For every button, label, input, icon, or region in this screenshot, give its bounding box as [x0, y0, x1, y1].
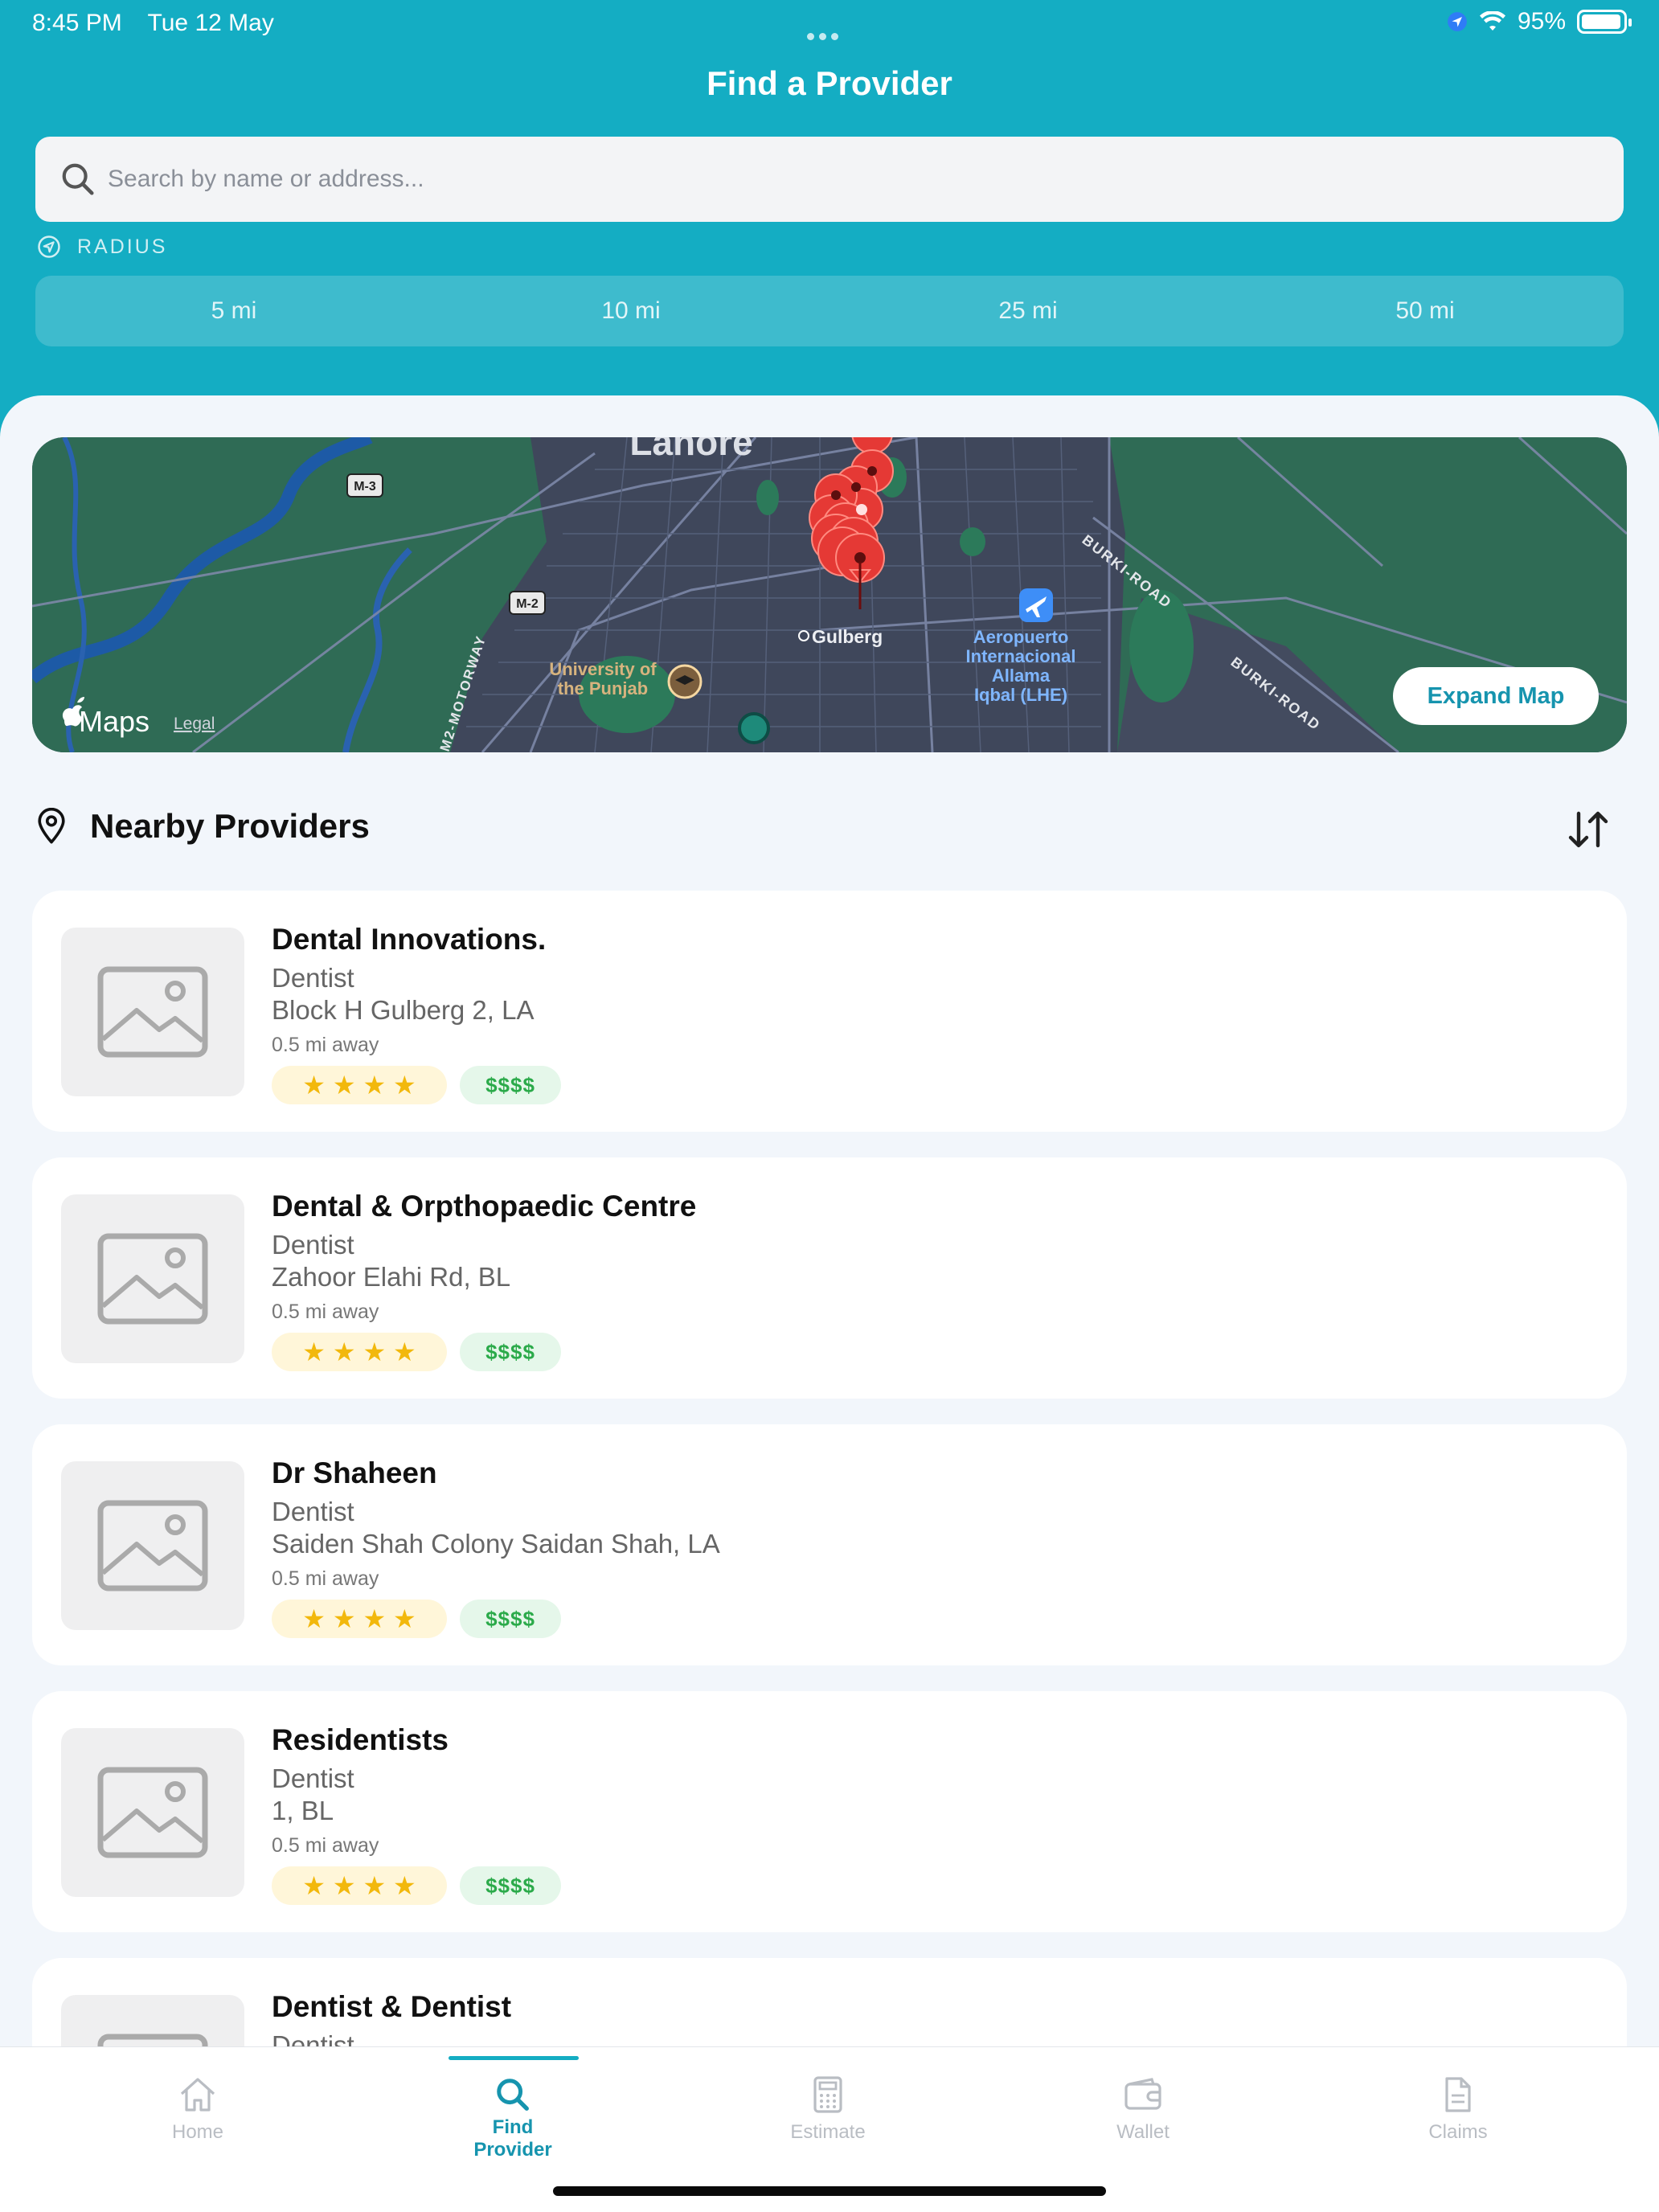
- section-title: Nearby Providers: [90, 807, 370, 845]
- provider-distance: 0.5 mi away: [272, 1301, 379, 1323]
- provider-name: Dental Innovations.: [272, 923, 547, 956]
- map-city-label: Lahore: [629, 437, 752, 463]
- sort-arrows-icon: [1568, 811, 1608, 848]
- provider-card[interactable]: Dr Shaheen Dentist Saiden Shah Colony Sa…: [32, 1424, 1627, 1665]
- provider-image-placeholder: [61, 1461, 244, 1630]
- radius-label: RADIUS: [37, 235, 167, 259]
- provider-image-placeholder: [61, 1194, 244, 1363]
- battery-percent: 95%: [1517, 8, 1566, 35]
- rating-stars: ★ ★ ★ ★: [272, 1866, 447, 1905]
- provider-address: Zahoor Elahi Rd, BL: [272, 1262, 511, 1292]
- price-badge: $$$$: [460, 1600, 561, 1638]
- highway-shield-m2: M-2: [509, 591, 546, 615]
- svg-text:M-2: M-2: [516, 597, 539, 611]
- location-arrow-icon: [1448, 12, 1467, 31]
- radius-option-5[interactable]: 5 mi: [35, 276, 432, 346]
- image-placeholder-icon: [97, 966, 208, 1058]
- provider-card[interactable]: Dental Innovations. Dentist Block H Gulb…: [32, 891, 1627, 1132]
- status-time: 8:45 PM: [32, 10, 122, 36]
- provider-address: 1, BL: [272, 1796, 334, 1825]
- status-date: Tue 12 May: [147, 10, 274, 36]
- highway-shield-m3: M-3: [346, 473, 383, 498]
- map-view[interactable]: M-3 M-2 Lahore Gulberg University of the…: [32, 437, 1627, 752]
- tab-home[interactable]: Home: [40, 2047, 355, 2184]
- tab-wallet[interactable]: Wallet: [985, 2047, 1301, 2184]
- provider-name: Dr Shaheen: [272, 1456, 437, 1489]
- provider-distance: 0.5 mi away: [272, 1834, 379, 1857]
- svg-text:University of: University of: [549, 659, 657, 679]
- provider-distance: 0.5 mi away: [272, 1567, 379, 1590]
- status-indicators: 95%: [1447, 8, 1632, 35]
- radius-option-50[interactable]: 50 mi: [1227, 276, 1624, 346]
- provider-type: Dentist: [272, 1763, 354, 1793]
- radius-label-text: RADIUS: [77, 235, 168, 258]
- provider-type: Dentist: [272, 1230, 354, 1260]
- map-area-label: Gulberg: [812, 626, 883, 647]
- page-title: Find a Provider: [707, 64, 952, 102]
- expand-map-button[interactable]: Expand Map: [1393, 667, 1599, 725]
- provider-type: Dentist: [272, 1497, 354, 1526]
- rating-stars: ★ ★ ★ ★: [272, 1066, 447, 1104]
- provider-image-placeholder: [61, 928, 244, 1096]
- tab-label: Wallet: [1116, 2121, 1169, 2143]
- search-input[interactable]: [108, 166, 1555, 193]
- search-icon: [62, 163, 94, 195]
- tab-label: Estimate: [790, 2121, 866, 2143]
- tab-find-provider[interactable]: Find Provider: [355, 2047, 670, 2184]
- nearby-providers-header: Nearby Providers: [35, 807, 370, 846]
- tab-label: Home: [171, 2121, 224, 2143]
- search-icon: [497, 2079, 529, 2111]
- status-bar: 8:45 PM Tue 12 May 95%: [0, 0, 1659, 48]
- provider-address: Block H Gulberg 2, LA: [272, 995, 535, 1025]
- provider-name: Dentist & Dentist: [272, 1990, 512, 2023]
- wallet-icon: [1124, 2078, 1161, 2110]
- svg-text:Internacional: Internacional: [966, 646, 1076, 666]
- price-badge: $$$$: [460, 1066, 561, 1104]
- header: 8:45 PM Tue 12 May 95% Find a Provider R…: [0, 0, 1659, 450]
- image-placeholder-icon: [97, 1500, 208, 1591]
- svg-text:M-3: M-3: [354, 480, 376, 494]
- price-badge: $$$$: [460, 1333, 561, 1371]
- calculator-icon: [813, 2076, 842, 2113]
- radius-option-25[interactable]: 25 mi: [830, 276, 1227, 346]
- rating-stars: ★ ★ ★ ★: [272, 1333, 447, 1371]
- tab-label: Claims: [1428, 2121, 1488, 2143]
- svg-text:Maps: Maps: [79, 705, 150, 738]
- navigation-icon: [38, 236, 60, 258]
- provider-name: Residentists: [272, 1723, 449, 1756]
- radius-option-10[interactable]: 10 mi: [432, 276, 830, 346]
- svg-text:the Punjab: the Punjab: [558, 678, 648, 698]
- radius-selector: 5 mi 10 mi 25 mi 50 mi: [35, 276, 1624, 346]
- map-graphic: M-3 M-2 Lahore Gulberg University of the…: [32, 437, 1627, 752]
- tab-label: Find Provider: [473, 2116, 552, 2161]
- tab-estimate[interactable]: Estimate: [670, 2047, 985, 2184]
- rating-stars: ★ ★ ★ ★: [272, 1600, 447, 1638]
- home-indicator[interactable]: [553, 2186, 1106, 2196]
- price-badge: $$$$: [460, 1866, 561, 1905]
- status-time-date: 8:45 PM Tue 12 May: [32, 10, 293, 37]
- provider-type: Dentist: [272, 963, 354, 993]
- tab-claims[interactable]: Claims: [1301, 2047, 1616, 2184]
- svg-text:Iqbal (LHE): Iqbal (LHE): [974, 685, 1067, 705]
- svg-text:Allama: Allama: [992, 666, 1051, 686]
- battery-icon: [1577, 10, 1632, 34]
- multitasking-dots-icon[interactable]: [807, 19, 843, 47]
- location-pin-icon: [38, 808, 65, 844]
- search-bar[interactable]: [35, 137, 1624, 222]
- provider-image-placeholder: [61, 1728, 244, 1897]
- provider-card[interactable]: Dental & Orpthopaedic Centre Dentist Zah…: [32, 1157, 1627, 1399]
- map-legal-link[interactable]: Legal: [174, 715, 215, 733]
- wifi-icon: [1479, 11, 1505, 31]
- image-placeholder-icon: [97, 1233, 208, 1325]
- provider-address: Saiden Shah Colony Saidan Shah, LA: [272, 1529, 720, 1559]
- active-tab-indicator: [449, 2056, 579, 2060]
- image-placeholder-icon: [97, 1767, 208, 1858]
- sort-button[interactable]: [1564, 807, 1612, 856]
- provider-name: Dental & Orpthopaedic Centre: [272, 1190, 697, 1223]
- home-icon: [180, 2078, 215, 2112]
- provider-distance: 0.5 mi away: [272, 1034, 379, 1056]
- provider-card[interactable]: Residentists Dentist 1, BL 0.5 mi away ★…: [32, 1691, 1627, 1932]
- document-icon: [1445, 2077, 1471, 2112]
- svg-text:Aeropuerto: Aeropuerto: [973, 627, 1069, 647]
